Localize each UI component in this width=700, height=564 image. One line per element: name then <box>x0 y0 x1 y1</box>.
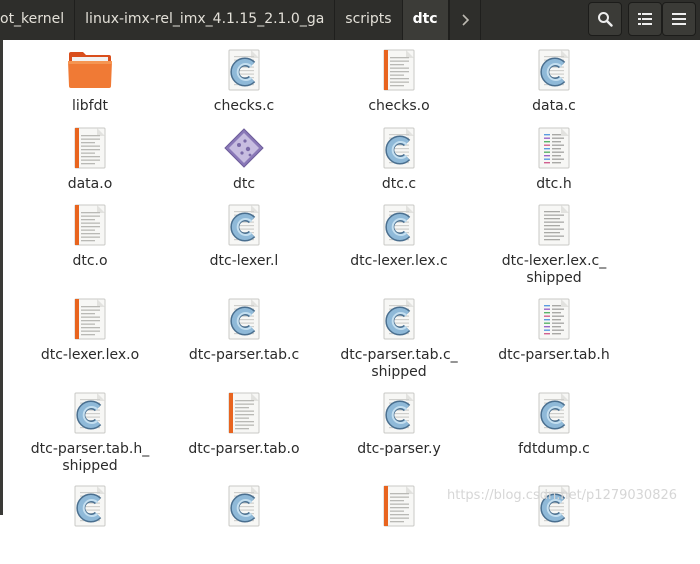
c-source-file-icon <box>376 297 422 347</box>
search-button[interactable] <box>588 2 622 36</box>
c-source-file-icon <box>221 203 267 253</box>
c-source-file-icon <box>376 391 422 441</box>
file-name-label: dtc-parser.tab.h <box>498 347 610 363</box>
file-item[interactable]: data.o <box>15 126 165 206</box>
breadcrumb-ot-kernel[interactable]: ot_kernel <box>0 0 76 40</box>
list-view-icon <box>638 13 652 25</box>
file-name-label: data.c <box>532 98 576 114</box>
object-file-icon <box>221 391 267 441</box>
file-name-label: libfdt <box>72 98 108 114</box>
forward-button[interactable] <box>448 0 481 40</box>
file-name-label: dtc-parser.tab.c_ shipped <box>340 347 458 380</box>
menu-icon <box>672 13 686 25</box>
file-name-label: dtc-parser.tab.c <box>188 347 300 363</box>
c-source-file-icon <box>67 391 113 441</box>
file-item[interactable] <box>15 484 165 564</box>
c-source-file-icon <box>531 391 577 441</box>
file-name-label: dtc-lexer.lex.c_ shipped <box>501 253 607 286</box>
folder-file-icon <box>67 48 113 92</box>
file-item[interactable]: dtc-parser.y <box>324 391 474 471</box>
search-icon <box>598 12 613 27</box>
chevron-right-icon <box>462 14 469 26</box>
file-item[interactable]: dtc-parser.tab.h <box>479 297 629 377</box>
executable-file-icon <box>222 126 266 174</box>
file-item[interactable]: dtc.o <box>15 203 165 283</box>
file-name-label: dtc.h <box>536 176 572 192</box>
breadcrumb-linux-imx[interactable]: linux-imx-rel_imx_4.1.15_2.1.0_ga <box>75 0 336 40</box>
file-item[interactable]: fdtdump.c <box>479 391 629 471</box>
file-item[interactable]: dtc-lexer.lex.c_ shipped <box>479 203 629 286</box>
c-source-file-icon <box>376 126 422 176</box>
file-name-label: dtc.o <box>72 253 108 269</box>
file-item[interactable]: dtc-lexer.l <box>169 203 319 283</box>
file-item[interactable]: dtc-parser.tab.h_ shipped <box>15 391 165 474</box>
file-name-label: dtc-parser.tab.h_ shipped <box>30 441 150 474</box>
menu-button[interactable] <box>662 2 696 36</box>
file-item[interactable]: dtc.c <box>324 126 474 206</box>
file-item[interactable]: dtc-lexer.lex.c <box>324 203 474 283</box>
file-item[interactable]: libfdt <box>15 48 165 128</box>
file-item[interactable]: dtc-parser.tab.c_ shipped <box>324 297 474 380</box>
file-item[interactable]: checks.o <box>324 48 474 128</box>
file-name-label: dtc.c <box>381 176 417 192</box>
watermark-text: https://blog.csdn.net/p1279030826 <box>447 488 678 503</box>
file-item[interactable]: dtc-parser.tab.c <box>169 297 319 377</box>
file-item[interactable] <box>169 484 319 564</box>
file-item[interactable]: dtc-lexer.lex.o <box>15 297 165 377</box>
file-item[interactable]: dtc.h <box>479 126 629 206</box>
file-name-label: data.o <box>67 176 113 192</box>
c-source-file-icon <box>221 48 267 98</box>
file-item[interactable]: data.c <box>479 48 629 128</box>
object-file-icon <box>376 48 422 98</box>
text-file-icon <box>531 203 577 253</box>
list-view-button[interactable] <box>628 2 662 36</box>
file-name-label: checks.c <box>213 98 275 114</box>
object-file-icon <box>67 203 113 253</box>
file-item[interactable]: dtc <box>169 126 319 206</box>
file-name-label: dtc-lexer.lex.c <box>350 253 448 269</box>
file-name-label: dtc-lexer.l <box>209 253 279 269</box>
file-name-label: checks.o <box>368 98 430 114</box>
file-item[interactable]: checks.c <box>169 48 319 128</box>
file-name-label: dtc-lexer.lex.o <box>40 347 140 363</box>
object-file-icon <box>67 126 113 176</box>
file-name-label: dtc-parser.y <box>357 441 441 457</box>
breadcrumb-dtc[interactable]: dtc <box>402 0 449 40</box>
object-file-icon <box>67 297 113 347</box>
header-file-icon <box>531 297 577 347</box>
c-source-file-icon <box>67 484 113 534</box>
breadcrumb-scripts[interactable]: scripts <box>335 0 403 40</box>
c-source-file-icon <box>531 48 577 98</box>
file-name-label: fdtdump.c <box>518 441 590 457</box>
file-name-label: dtc-parser.tab.o <box>188 441 300 457</box>
c-source-file-icon <box>376 203 422 253</box>
header-bar: ot_kernel linux-imx-rel_imx_4.1.15_2.1.0… <box>0 0 700 40</box>
header-file-icon <box>531 126 577 176</box>
file-item[interactable]: dtc-parser.tab.o <box>169 391 319 471</box>
c-source-file-icon <box>221 484 267 534</box>
object-file-icon <box>376 484 422 534</box>
c-source-file-icon <box>221 297 267 347</box>
file-name-label: dtc <box>232 176 256 192</box>
breadcrumb: ot_kernel linux-imx-rel_imx_4.1.15_2.1.0… <box>0 0 481 40</box>
sidebar-edge <box>0 40 3 515</box>
